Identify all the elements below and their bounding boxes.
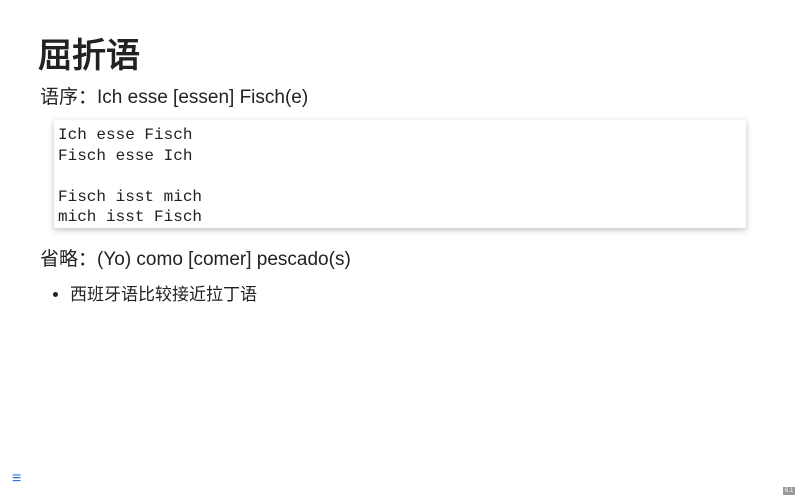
slide: 屈折语 语序：Ich esse [essen] Fisch(e) Ich ess… bbox=[0, 0, 800, 500]
code-block: Ich esse Fisch Fisch esse Ich Fisch isst… bbox=[54, 120, 746, 228]
word-order-text: 语序：Ich esse [essen] Fisch(e) bbox=[40, 87, 309, 108]
list-item: 西班牙语比较接近拉丁语 bbox=[70, 280, 257, 305]
menu-icon[interactable]: ≡ bbox=[12, 470, 21, 488]
slide-number: 6.1 bbox=[783, 487, 796, 495]
bullet-list: 西班牙语比较接近拉丁语 bbox=[52, 280, 257, 305]
slide-title: 屈折语 bbox=[38, 37, 140, 75]
omission-text: 省略：(Yo) como [comer] pescado(s) bbox=[40, 249, 351, 270]
